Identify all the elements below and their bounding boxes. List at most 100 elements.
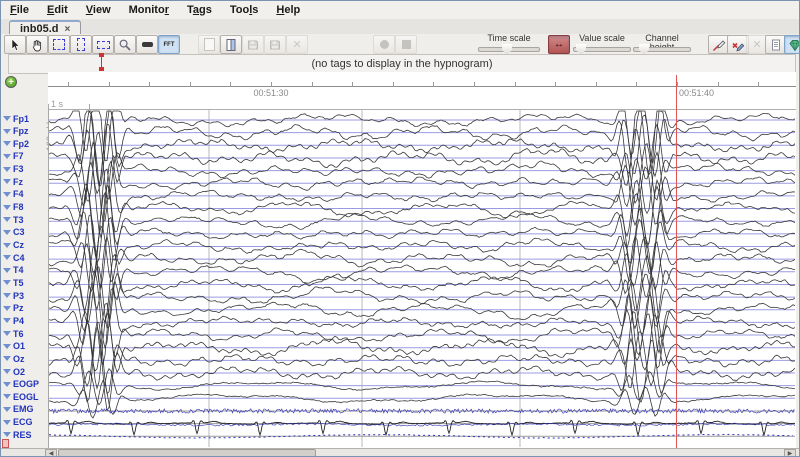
fft-tool-button[interactable]: FFT — [158, 35, 180, 54]
time-label-005140: 00:51:40 — [679, 88, 714, 98]
channel-dropdown-icon[interactable] — [3, 394, 11, 399]
channel-row-f4[interactable]: F4 — [3, 189, 24, 200]
waveform-trace — [49, 132, 795, 203]
channel-row-f8[interactable]: F8 — [3, 202, 24, 213]
ruler-tick — [474, 82, 475, 87]
scroll-left-button[interactable]: ◀ — [45, 449, 57, 457]
channel-dropdown-icon[interactable] — [3, 344, 11, 349]
channel-row-o1[interactable]: O1 — [3, 341, 25, 352]
channel-label: O1 — [13, 341, 25, 351]
channel-dropdown-icon[interactable] — [3, 369, 11, 374]
channel-dropdown-icon[interactable] — [3, 432, 11, 437]
menu-tags[interactable]: Tags — [178, 1, 221, 19]
channel-dropdown-icon[interactable] — [3, 407, 11, 412]
menu-monitor[interactable]: Monitor — [120, 1, 178, 19]
channel-dropdown-icon[interactable] — [3, 268, 11, 273]
channel-row-t4[interactable]: T4 — [3, 265, 24, 276]
channel-label: F4 — [13, 189, 24, 199]
channel-row-fz[interactable]: Fz — [3, 176, 23, 187]
scrollbar-thumb[interactable] — [58, 449, 316, 457]
value-scale-slider-track[interactable] — [573, 47, 631, 52]
menu-help[interactable]: Help — [267, 1, 309, 19]
channel-dropdown-icon[interactable] — [3, 356, 11, 361]
channel-dropdown-icon[interactable] — [3, 230, 11, 235]
add-tag-button[interactable]: + — [5, 76, 17, 88]
x-icon: ✕ — [752, 38, 761, 51]
time-scale-slider-track[interactable] — [478, 47, 540, 52]
channel-dropdown-icon[interactable] — [3, 293, 11, 298]
channel-row-fp2[interactable]: Fp2 — [3, 138, 29, 149]
tab-close-icon[interactable]: × — [65, 24, 71, 35]
channel-dropdown-icon[interactable] — [3, 129, 11, 134]
channel-dropdown-icon[interactable] — [3, 179, 11, 184]
channel-height-slider-group: Channel height — [633, 34, 691, 52]
select-region-button[interactable] — [48, 35, 70, 54]
channel-dropdown-icon[interactable] — [3, 331, 11, 336]
horizontal-scrollbar[interactable]: ◀ ▶ — [1, 448, 799, 457]
hypnogram-strip[interactable]: (no tags to display in the hypnogram) — [8, 54, 796, 74]
channel-dropdown-icon[interactable] — [3, 154, 11, 159]
channel-row-t5[interactable]: T5 — [3, 277, 24, 288]
channel-row-fpz[interactable]: Fpz — [3, 126, 29, 137]
channel-row-p3[interactable]: P3 — [3, 290, 24, 301]
menu-file[interactable]: File — [1, 1, 38, 19]
measure-icon — [142, 42, 153, 47]
channel-row-c3[interactable]: C3 — [3, 227, 25, 238]
signal-plot-area[interactable] — [48, 109, 796, 448]
scroll-right-button[interactable]: ▶ — [784, 449, 796, 457]
channel-row-f7[interactable]: F7 — [3, 151, 24, 162]
menu-edit[interactable]: Edit — [38, 1, 77, 19]
channel-dropdown-icon[interactable] — [3, 243, 11, 248]
channel-label: C4 — [13, 253, 25, 263]
new-tag-document-button — [198, 35, 220, 54]
channel-height-slider-track[interactable] — [633, 47, 691, 52]
channel-row-t6[interactable]: T6 — [3, 328, 24, 339]
channel-row-f3[interactable]: F3 — [3, 164, 24, 175]
channel-dropdown-icon[interactable] — [3, 255, 11, 260]
channel-label: EMG — [13, 404, 34, 414]
channel-label: EOGL — [13, 392, 39, 402]
select-row-button[interactable] — [92, 35, 114, 54]
channel-row-c4[interactable]: C4 — [3, 252, 25, 263]
hypnogram-position-marker[interactable] — [99, 53, 104, 71]
ruler-tick — [271, 82, 272, 87]
channel-label: C3 — [13, 227, 25, 237]
tag-filter-button[interactable] — [784, 35, 800, 54]
menu-tools[interactable]: Tools — [221, 1, 268, 19]
channel-row-pz[interactable]: Pz — [3, 303, 24, 314]
channel-row-o2[interactable]: O2 — [3, 366, 25, 377]
channel-dropdown-icon[interactable] — [3, 116, 11, 121]
channel-row-oz[interactable]: Oz — [3, 353, 25, 364]
time-scale-bar-label: 1 s — [51, 99, 63, 109]
menu-view[interactable]: View — [77, 1, 120, 19]
cursor-tool-button[interactable] — [4, 35, 26, 54]
select-column-button[interactable] — [70, 35, 92, 54]
channel-row-eogp[interactable]: EOGP — [3, 379, 39, 390]
channel-dropdown-icon[interactable] — [3, 167, 11, 172]
filter-gem-icon — [788, 38, 800, 52]
channel-dropdown-icon[interactable] — [3, 141, 11, 146]
pan-tool-button[interactable] — [26, 35, 48, 54]
channel-row-fp1[interactable]: Fp1 — [3, 113, 29, 124]
channel-dropdown-icon[interactable] — [3, 318, 11, 323]
channel-dropdown-icon[interactable] — [3, 217, 11, 222]
channel-row-emg[interactable]: EMG — [3, 404, 34, 415]
open-montage-button[interactable] — [220, 35, 242, 54]
channel-row-res[interactable]: RES — [3, 429, 32, 440]
channel-row-eogl[interactable]: EOGL — [3, 391, 39, 402]
channel-dropdown-icon[interactable] — [3, 306, 11, 311]
channel-row-ecg[interactable]: ECG — [3, 417, 33, 428]
channel-dropdown-icon[interactable] — [3, 420, 11, 425]
channel-dropdown-icon[interactable] — [3, 382, 11, 387]
channel-dropdown-icon[interactable] — [3, 205, 11, 210]
waveform-trace — [49, 369, 795, 405]
channel-dropdown-icon[interactable] — [3, 192, 11, 197]
fit-page-button[interactable]: ↔ — [548, 35, 570, 54]
channel-row-t3[interactable]: T3 — [3, 214, 24, 225]
ruler-tool-button[interactable] — [136, 35, 158, 54]
channel-row-cz[interactable]: Cz — [3, 240, 24, 251]
channel-dropdown-icon[interactable] — [3, 280, 11, 285]
zoom-tool-button[interactable] — [114, 35, 136, 54]
channel-label: Fp1 — [13, 114, 29, 124]
channel-row-p4[interactable]: P4 — [3, 315, 24, 326]
